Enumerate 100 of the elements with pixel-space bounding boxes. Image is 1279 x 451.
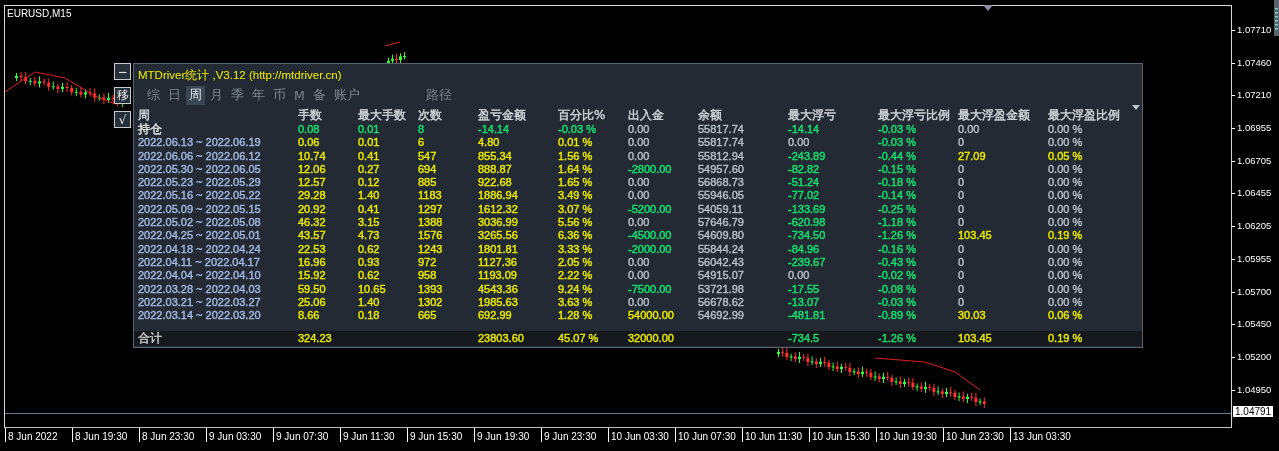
table-cell-text: 0	[958, 242, 966, 256]
table-cell-text: -0.89 %	[878, 309, 917, 323]
table-cell-text: -133.69	[788, 202, 827, 217]
table-cell-text: 59.50	[298, 282, 327, 296]
price-label: 1.07460	[1232, 56, 1279, 90]
table-cell-text: 2022.04.18 ~ 2022.04.24	[138, 242, 262, 256]
table-cell-text: 54915.07	[698, 269, 745, 283]
time-label: 8 Jun 2022	[5, 428, 72, 442]
table-cell-text: 694	[418, 162, 438, 177]
table-cell-text: 0.00	[628, 176, 651, 190]
table-cell-text: 0.06 %	[1048, 309, 1084, 323]
panel-control-button[interactable]: −	[114, 63, 131, 80]
table-cell-text: -4500.00	[628, 229, 673, 243]
table-cell-text: 8	[418, 123, 426, 137]
table-cell-text: -243.89	[788, 149, 827, 163]
table-cell-text: 0.01	[358, 136, 381, 150]
table-cell-text: 0.01	[358, 123, 381, 137]
table-cell-text: 6	[418, 136, 426, 150]
table-cell-text: 10.74	[298, 149, 327, 163]
table-cell-text: 0.00 %	[1048, 189, 1084, 203]
table-cell-text: 0.18	[358, 309, 381, 323]
table-cell-text: -1.26 %	[878, 331, 917, 346]
table-cell-text: 0	[958, 255, 966, 270]
table-cell-text: 54609.80	[698, 229, 745, 243]
table-cell-text: 0.00	[628, 189, 651, 203]
column-header: 次数	[418, 108, 443, 123]
table-cell-text: -0.44 %	[878, 149, 917, 163]
table-cell-text: 1393	[418, 282, 444, 296]
table-cell-text: -0.08 %	[878, 282, 917, 296]
table-cell-text: 20.92	[298, 202, 327, 217]
table-cell-text: 1.40	[358, 189, 381, 203]
table-cell-text: -1.18 %	[878, 216, 917, 230]
time-label: 13 Jun 03:30	[1010, 428, 1077, 442]
table-cell-text: -0.02 %	[878, 269, 917, 283]
table-cell-text: 0.00	[788, 269, 811, 283]
price-label: 1.06455	[1232, 187, 1279, 221]
table-cell-text: 55844.24	[698, 242, 745, 256]
time-label: 10 Jun 07:30	[675, 428, 742, 442]
table-cell-text: -0.15 %	[878, 162, 917, 177]
panel-tab[interactable]: M	[291, 86, 308, 104]
time-label: 9 Jun 19:30	[474, 428, 541, 442]
table-cell-text: -734.5	[788, 331, 821, 346]
panel-tab[interactable]: 月	[207, 85, 226, 105]
table-cell-text: 22.53	[298, 242, 327, 256]
time-label: 8 Jun 19:30	[72, 428, 139, 442]
panel-tab[interactable]: 备	[309, 85, 329, 105]
column-header: 最大浮盈比例	[1048, 108, 1121, 123]
table-cell-text: 1183	[418, 189, 443, 203]
price-label: 1.06955	[1232, 122, 1279, 155]
panel-tab[interactable]: 周	[186, 85, 205, 105]
table-cell-text: 0.19 %	[1048, 229, 1084, 243]
table-cell-text: 1576	[418, 229, 444, 243]
table-cell-text: 0	[958, 189, 966, 203]
table-cell-text: 0.00	[628, 269, 651, 283]
panel-tab[interactable]: 日	[165, 85, 184, 105]
table-cell-text: 1.40	[358, 295, 381, 310]
dropdown-caret-icon[interactable]	[1132, 105, 1140, 110]
table-cell-text: 2022.05.09 ~ 2022.05.15	[138, 202, 262, 217]
time-label: 9 Jun 15:30	[407, 428, 474, 442]
table-cell-text: 53721.98	[698, 282, 745, 296]
table-cell-text: 0.00	[628, 149, 651, 163]
table-cell-text: 2022.05.02 ~ 2022.05.08	[138, 216, 262, 230]
table-cell-text: 0.00 %	[1048, 295, 1084, 310]
table-cell-text: 0.00 %	[1048, 282, 1084, 296]
panel-tab[interactable]: 账户	[330, 85, 363, 105]
table-cell-text: 12.06	[298, 162, 327, 177]
panel-tab[interactable]: 路径	[422, 85, 455, 105]
table-cell-text: 0.62	[358, 242, 381, 256]
panel-tab[interactable]: 年	[249, 85, 268, 105]
time-label: 8 Jun 23:30	[139, 428, 206, 442]
table-cell-text: 1388	[418, 216, 444, 230]
table-cell-text: 3.07 %	[558, 202, 594, 217]
table-cell-text: 1.56 %	[558, 149, 594, 163]
panel-control-button[interactable]: 移	[114, 87, 131, 104]
table-cell-text: 2022.06.13 ~ 2022.06.19	[138, 136, 262, 150]
panel-tab[interactable]: 季	[228, 85, 247, 105]
price-label: 1.06705	[1232, 154, 1279, 188]
table-cell-text: 1.28 %	[558, 309, 594, 323]
table-cell-text: 0	[958, 216, 966, 230]
table-cell-text: 0.00	[628, 295, 651, 310]
table-cell-text: 1243	[418, 242, 444, 256]
scale-gauge-icon[interactable]	[1274, 0, 1279, 36]
shift-marker-icon[interactable]	[983, 5, 993, 11]
panel-tab[interactable]: 币	[270, 85, 289, 105]
table-cell-text: 0.00 %	[1048, 242, 1084, 256]
table-cell-text: 57646.79	[698, 216, 745, 230]
time-label: 10 Jun 11:30	[742, 428, 809, 442]
time-label: 10 Jun 19:30	[876, 428, 943, 442]
table-cell-text: 0.06	[298, 136, 321, 150]
panel-tab[interactable]: 综	[144, 85, 163, 105]
table-cell-text: 54000.00	[628, 309, 675, 323]
table-cell-text: 54692.99	[698, 309, 745, 323]
table-cell-text: -14.14	[788, 123, 821, 137]
table-cell-text: 0.01 %	[558, 136, 594, 150]
table-cell-text: -5200.00	[628, 202, 673, 217]
table-cell-text: 0	[958, 176, 966, 190]
panel-control-button[interactable]: √	[114, 111, 131, 128]
table-cell-text: 0.00	[628, 255, 651, 270]
table-cell-text: 2022.05.23 ~ 2022.05.29	[138, 176, 262, 190]
table-cell-text: 45.07 %	[558, 331, 600, 346]
